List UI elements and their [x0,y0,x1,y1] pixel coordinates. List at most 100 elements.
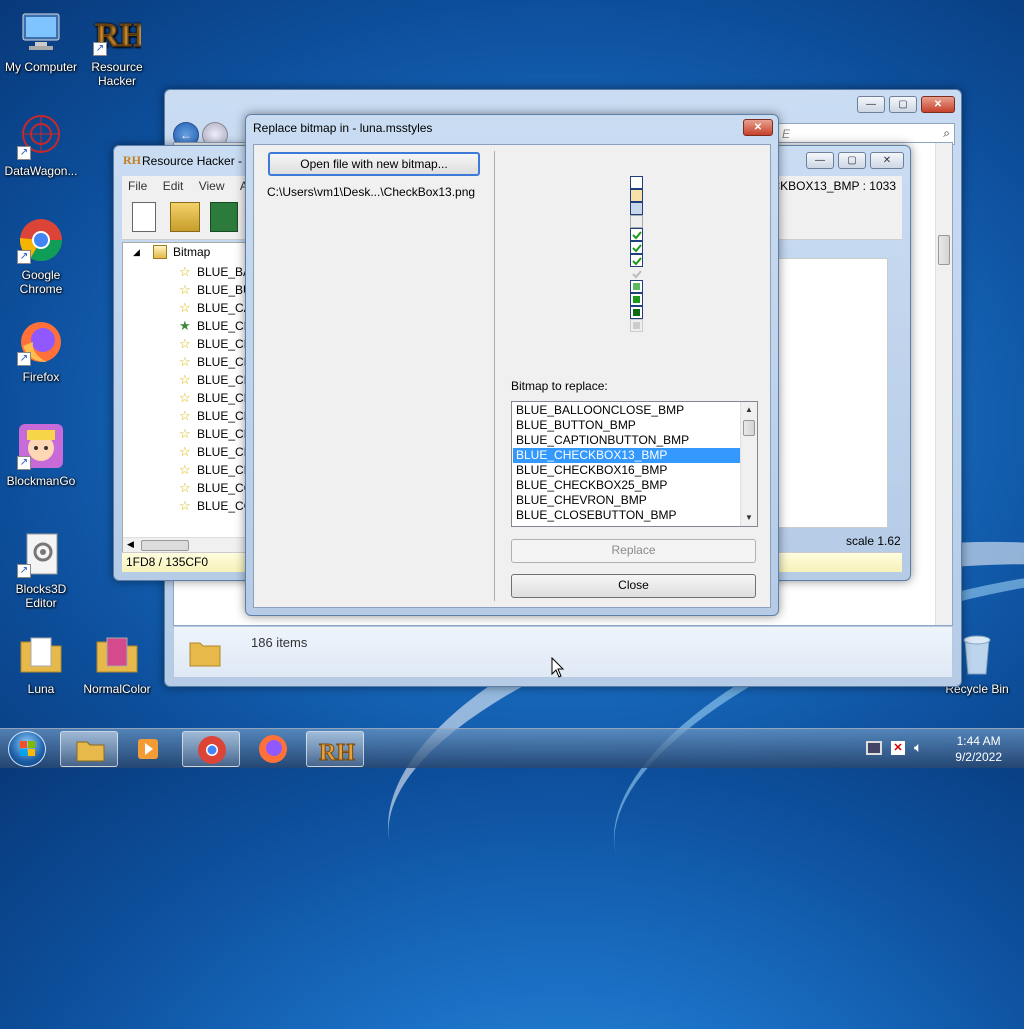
scroll-thumb[interactable] [743,420,755,436]
item-count: 186 items [251,635,308,650]
minimize-button[interactable]: — [857,96,885,113]
explorer-scrollbar[interactable] [935,143,952,625]
tray-flag-icon[interactable]: ✕ [891,741,905,755]
folder-icon [93,630,141,678]
resource-hacker-icon: RH [319,740,356,767]
desktop-icon-firefox[interactable]: ↗ Firefox [0,318,82,384]
shortcut-arrow-icon: ↗ [17,456,31,470]
close-button[interactable]: ✕ [921,96,955,113]
taskbar-firefox[interactable] [244,731,302,767]
shortcut-arrow-icon: ↗ [17,564,31,578]
taskbar-resource-hacker[interactable]: RH [306,731,364,767]
tree-item[interactable]: ☆ BLUE_CL [179,407,250,425]
maximize-button[interactable]: ▢ [889,96,917,113]
menu-edit[interactable]: Edit [157,176,190,196]
dialog-close-icon[interactable]: ✕ [743,119,773,136]
taskbar-chrome[interactable] [182,731,240,767]
tree-item[interactable]: ☆ BLUE_CL [179,461,250,479]
listbox-scrollbar[interactable]: ▲ ▼ [740,402,757,526]
tree-item-label: BLUE_CH [197,373,252,387]
list-item[interactable]: BLUE_CHECKBOX13_BMP [513,448,740,463]
shortcut-arrow-icon: ↗ [17,146,31,160]
desktop-icon-datawagon[interactable]: ↗ DataWagon... [0,112,82,178]
tree-item[interactable]: ☆ BLUE_CO [179,479,252,497]
resource-tree[interactable]: ◢ Bitmap ☆ BLUE_BA ☆ BLUE_BU ☆ BLUE_CA ★ BLUE_C… [122,242,252,554]
maximize-button[interactable]: ▢ [838,152,866,169]
open-file-button[interactable]: Open file with new bitmap... [268,152,480,176]
taskbar-media-player[interactable] [120,731,178,767]
tree-item[interactable]: ☆ BLUE_CL [179,425,250,443]
save-icon[interactable] [210,202,238,232]
desktop-icon-luna[interactable]: Luna [0,630,82,696]
star-icon: ☆ [179,390,191,405]
desktop-icon-blocks3d-editor[interactable]: ↗ Blocks3D Editor [0,530,82,610]
svg-text:RH: RH [319,740,355,766]
taskbar-explorer[interactable] [60,731,118,767]
replace-bitmap-dialog[interactable]: Replace bitmap in - luna.msstyles ✕ Open… [245,114,779,616]
open-folder-icon[interactable] [170,202,200,232]
tree-item-label: BLUE_BU [197,283,252,297]
tree-item-label: BLUE_CL [197,427,251,441]
tree-item-label: BLUE_CH [197,319,252,333]
list-item[interactable]: BLUE_CHECKBOX16_BMP [513,463,740,478]
desktop-icon-my-computer[interactable]: My Computer [0,8,82,74]
close-button[interactable]: Close [511,574,756,598]
tree-item[interactable]: ☆ BLUE_CH [179,371,252,389]
search-icon[interactable]: ⌕ [943,126,950,141]
close-button[interactable]: ✕ [870,152,904,169]
start-button[interactable] [8,731,46,767]
desktop-icon-normalcolor[interactable]: NormalColor [76,630,158,696]
list-item[interactable]: BLUE_CLOSEBUTTON_BMP [513,508,740,523]
star-icon: ★ [179,318,191,333]
tree-item[interactable]: ☆ BLUE_BA [179,263,251,281]
desktop-icon-google-chrome[interactable]: ↗ Google Chrome [0,216,82,296]
desktop-icon-blockmango[interactable]: ↗ BlockmanGo [0,422,82,488]
menu-file[interactable]: File [122,176,153,196]
star-icon: ☆ [179,462,191,477]
scroll-thumb[interactable] [141,540,189,551]
star-icon: ☆ [179,300,191,315]
tree-item[interactable]: ☆ BLUE_CO [179,497,251,515]
tree-item[interactable]: ☆ BLUE_CH [179,335,251,353]
scroll-down-icon[interactable]: ▼ [741,510,757,526]
tree-item[interactable]: ☆ BLUE_CL [179,443,250,461]
star-icon: ☆ [179,282,191,297]
scroll-up-icon[interactable]: ▲ [741,402,757,418]
tree-item[interactable]: ☆ BLUE_CH [179,353,251,371]
minimize-button[interactable]: — [806,152,834,169]
tree-item[interactable]: ☆ BLUE_CA [179,299,252,317]
list-item[interactable]: BLUE_CHECKBOX25_BMP [513,478,740,493]
tree-item-label: BLUE_CO [197,481,252,495]
desktop-icon-resource-hacker[interactable]: RH ↗ Resource Hacker [76,8,158,89]
tray-network-icon[interactable] [866,741,882,755]
replace-button[interactable]: Replace [511,539,756,563]
bitmap-listbox[interactable]: BLUE_BALLOONCLOSE_BMP BLUE_BUTTON_BMP BLUE… [511,401,758,527]
file-path: C:\Users\vm1\Desk...\CheckBox13.png [267,185,476,199]
new-file-icon[interactable] [132,202,156,232]
tree-hscroll[interactable]: ◀ [123,537,251,553]
tree-item-label: BLUE_CA [197,301,252,315]
blockmango-icon: ↗ [17,422,65,470]
tree-expand-icon[interactable]: ◢ [133,247,140,258]
tray-volume-icon[interactable]: 🔈︎ [914,739,922,756]
tree-item-label: BLUE_CL [197,463,251,477]
menu-view[interactable]: View [193,176,231,196]
list-item[interactable]: BLUE_BALLOONCLOSE_BMP [513,403,740,418]
tree-item[interactable]: ★ BLUE_CH [179,317,252,335]
star-icon: ☆ [179,336,191,351]
tree-root-bitmap[interactable]: Bitmap [173,245,210,259]
clock[interactable]: 1:44 AM 9/2/2022 [955,733,1002,765]
list-item[interactable]: BLUE_CHEVRON_BMP [513,493,740,508]
tree-item[interactable]: ☆ BLUE_BU [179,281,252,299]
clock-date: 9/2/2022 [955,750,1002,764]
list-item[interactable]: BLUE_CAPTIONBUTTON_BMP [513,433,740,448]
list-item[interactable]: BLUE_BUTTON_BMP [513,418,740,433]
bitmap-preview [630,176,643,334]
dialog-body: Open file with new bitmap... C:\Users\vm… [253,144,771,608]
dialog-title: Replace bitmap in - luna.msstyles [253,121,433,135]
tree-item[interactable]: ☆ BLUE_CL [179,389,250,407]
shortcut-arrow-icon: ↗ [93,42,107,56]
mouse-cursor-icon [551,656,565,682]
scroll-thumb[interactable] [938,235,950,265]
rh-title-icon: RH [123,153,141,167]
